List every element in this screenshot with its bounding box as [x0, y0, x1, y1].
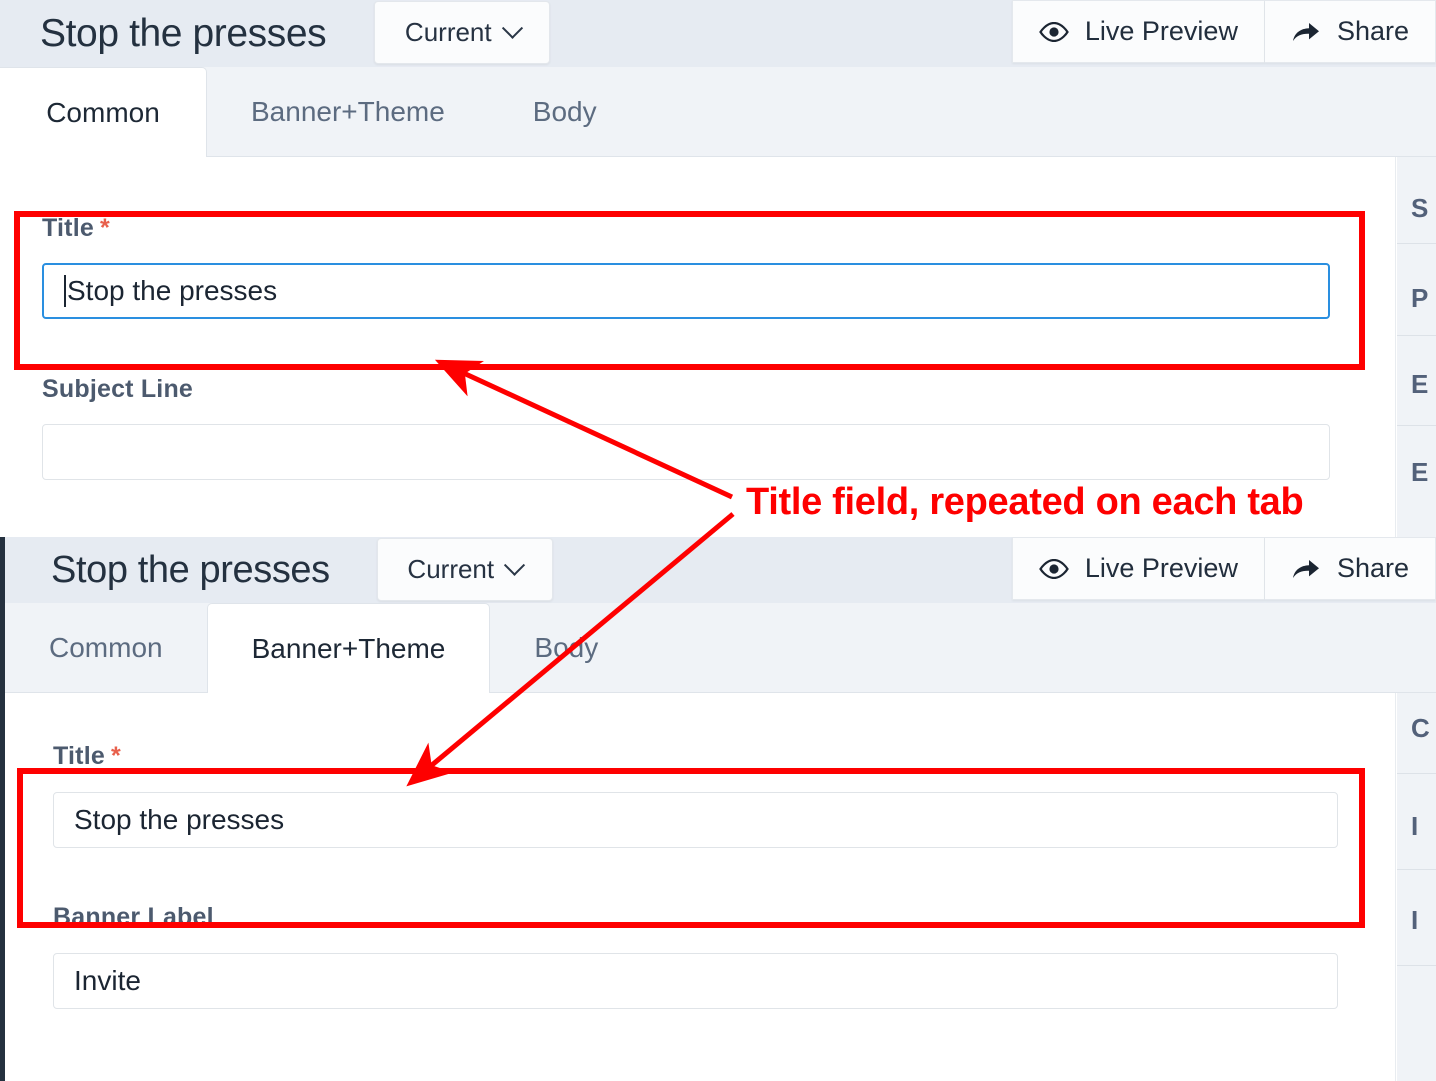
form-area-bottom: Title * Stop the presses Banner Label Inv…	[5, 693, 1436, 1081]
title-input-value-bottom: Stop the presses	[74, 804, 285, 835]
field-banner-label-label-text: Banner Label	[53, 903, 214, 931]
share-label-bottom: Share	[1336, 553, 1409, 583]
title-input-bottom[interactable]: Stop the presses	[53, 792, 1338, 848]
common-tab-screenshot: Stop the presses Current Live Preview Sh…	[0, 0, 1436, 537]
header-actions-top: Live Preview Share	[1011, 0, 1436, 67]
eye-icon	[1039, 21, 1069, 42]
required-asterisk-icon: *	[110, 742, 121, 770]
field-title: Title * Stop the presses	[42, 214, 1330, 319]
version-dropdown-button-bottom[interactable]: Current	[376, 537, 553, 601]
version-dropdown-button[interactable]: Current	[374, 1, 551, 64]
live-preview-button-bottom[interactable]: Live Preview	[1011, 537, 1265, 600]
field-subject-line: Subject Line	[42, 375, 1330, 480]
live-preview-button[interactable]: Live Preview	[1011, 0, 1265, 63]
rail-item-0[interactable]: S	[1411, 193, 1428, 224]
field-title-bottom: Title * Stop the presses	[53, 742, 1338, 848]
rail-divider-bottom-2	[1397, 965, 1436, 966]
tab-common[interactable]: Common	[0, 67, 207, 157]
tab-banner-theme-label: Banner+Theme	[251, 95, 445, 127]
subject-line-input[interactable]	[42, 424, 1330, 480]
field-banner-label: Banner Label Invite	[53, 903, 1338, 1009]
screenshot-stage: Stop the presses Current Live Preview Sh…	[0, 0, 1436, 1081]
field-title-label: Title *	[42, 214, 1330, 243]
rail-item-1[interactable]: P	[1411, 283, 1428, 314]
rail-item-2[interactable]: E	[1411, 369, 1428, 400]
text-caret	[64, 275, 66, 307]
page-title: Stop the presses	[40, 11, 327, 55]
tab-banner-theme-bottom[interactable]: Banner+Theme	[206, 603, 491, 693]
field-title-label-bottom: Title *	[53, 742, 1338, 771]
rail-item-3[interactable]: E	[1411, 457, 1428, 488]
share-button-bottom[interactable]: Share	[1264, 537, 1436, 600]
field-subject-line-label: Subject Line	[42, 375, 1330, 404]
tab-common-label: Common	[46, 96, 160, 128]
tab-banner-theme-label-bottom: Banner+Theme	[251, 632, 446, 664]
tab-banner-theme[interactable]: Banner+Theme	[207, 67, 489, 156]
title-input[interactable]: Stop the presses	[42, 263, 1330, 319]
tab-body[interactable]: Body	[489, 67, 641, 156]
app-header-top: Stop the presses Current Live Preview Sh…	[0, 0, 1436, 67]
banner-label-input[interactable]: Invite	[53, 953, 1338, 1009]
banner-label-input-value: Invite	[74, 965, 141, 996]
app-header-bottom: Stop the presses Current Live Preview Sh…	[5, 537, 1436, 603]
rail-item-bottom-0[interactable]: C	[1411, 713, 1430, 744]
chevron-down-icon	[504, 554, 526, 576]
form-column-bottom: Title * Stop the presses Banner Label Inv…	[5, 693, 1396, 1081]
title-input-value: Stop the presses	[67, 275, 278, 306]
field-banner-label-label: Banner Label	[53, 903, 1338, 932]
live-preview-label: Live Preview	[1084, 16, 1238, 46]
tab-body-bottom[interactable]: Body	[490, 603, 642, 692]
field-subject-line-label-text: Subject Line	[42, 375, 194, 403]
required-asterisk-icon: *	[99, 214, 110, 242]
version-dropdown-label-bottom: Current	[407, 553, 495, 584]
chevron-down-icon	[501, 17, 523, 39]
field-title-label-text-bottom: Title	[53, 742, 105, 770]
share-arrow-icon	[1292, 22, 1319, 41]
rail-divider-bottom-1	[1397, 869, 1436, 870]
tab-body-label-bottom: Body	[534, 631, 599, 663]
rail-item-bottom-2[interactable]: I	[1411, 905, 1418, 936]
tab-common-bottom[interactable]: Common	[5, 603, 207, 692]
header-actions-bottom: Live Preview Share	[1011, 537, 1436, 603]
form-area-top: Title * Stop the presses Subject Line S …	[0, 157, 1436, 537]
share-label: Share	[1336, 16, 1409, 46]
share-button[interactable]: Share	[1264, 0, 1436, 63]
rail-divider-bottom-0	[1397, 773, 1436, 774]
banner-theme-tab-screenshot: Stop the presses Current Live Preview Sh…	[0, 537, 1436, 1081]
rail-divider-0	[1397, 243, 1436, 244]
field-title-label-text: Title	[42, 214, 94, 242]
rail-item-bottom-1[interactable]: I	[1411, 811, 1418, 842]
live-preview-label-bottom: Live Preview	[1084, 553, 1238, 583]
tab-body-label: Body	[532, 95, 597, 127]
right-rail-top: S P E E	[1397, 157, 1436, 537]
right-rail-bottom: C I I	[1397, 693, 1436, 1081]
rail-divider-1	[1397, 335, 1436, 336]
form-column-top: Title * Stop the presses Subject Line	[0, 157, 1396, 537]
tab-common-label-bottom: Common	[49, 631, 163, 663]
rail-divider-2	[1397, 425, 1436, 426]
page-title-bottom: Stop the presses	[51, 548, 330, 591]
version-dropdown-label: Current	[404, 17, 492, 47]
tabstrip-top: Common Banner+Theme Body	[0, 67, 1436, 157]
share-arrow-icon	[1292, 559, 1319, 578]
tabstrip-bottom: Common Banner+Theme Body	[5, 603, 1436, 693]
eye-icon	[1039, 558, 1069, 579]
